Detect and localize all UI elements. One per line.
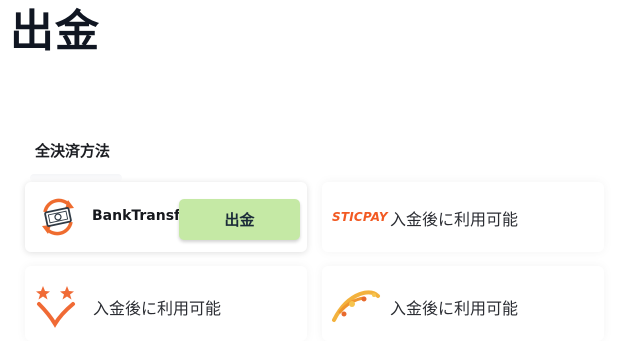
withdraw-button[interactable]: 出金 <box>179 199 300 240</box>
bank-transfer-label: BankTransfer <box>92 208 180 224</box>
page-title: 出金 <box>10 6 100 57</box>
payment-method-card-crypto: 入金後に利用可能 <box>322 266 604 341</box>
star-v-logo-icon <box>33 284 79 334</box>
payment-method-card-banktransfer[interactable]: BankTransfer 出金 <box>25 182 307 252</box>
status-text: 入金後に利用可能 <box>93 299 222 318</box>
status-text: 入金後に利用可能 <box>390 210 519 229</box>
status-text: 入金後に利用可能 <box>390 299 519 318</box>
payment-method-card-star-v: 入金後に利用可能 <box>25 266 307 341</box>
withdrawal-page: 出金 全決済方法 BankTransfer 出金 STICPAY 入金後に利用可… <box>0 0 628 341</box>
payment-method-card-sticpay: STICPAY 入金後に利用可能 <box>322 182 604 252</box>
crypto-wallet-logo-icon <box>330 286 382 330</box>
sticpay-logo-icon: STICPAY <box>332 210 388 224</box>
section-underline <box>30 174 122 182</box>
bank-transfer-icon <box>37 196 79 242</box>
section-label: 全決済方法 <box>35 142 111 160</box>
